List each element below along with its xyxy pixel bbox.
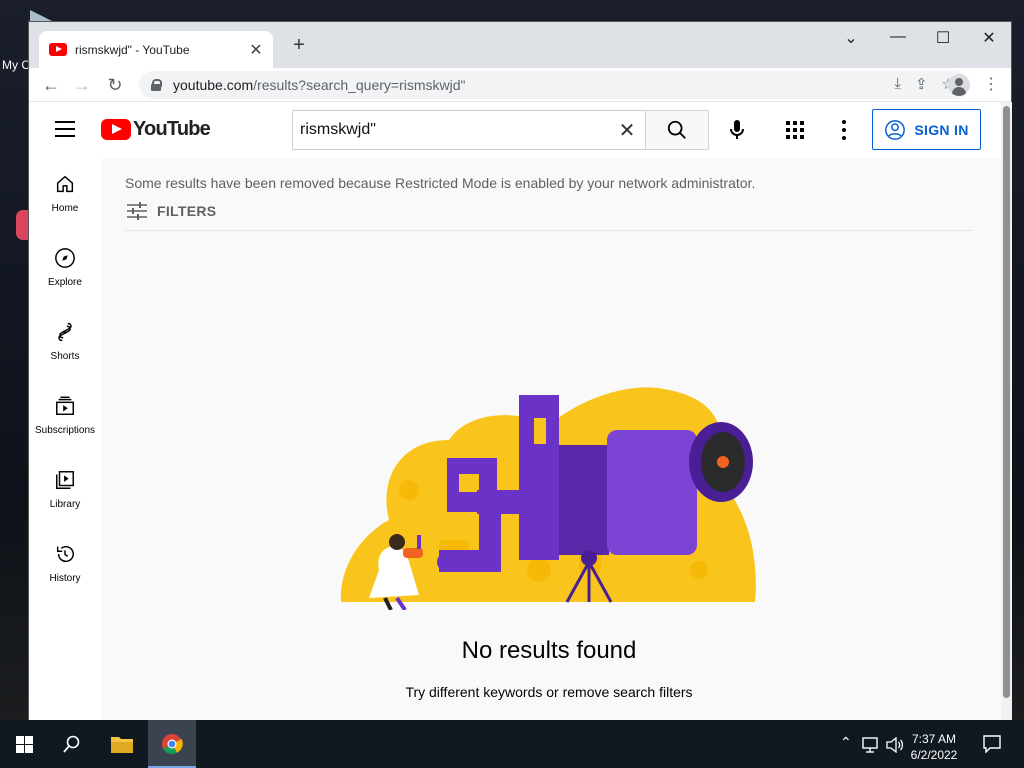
chrome-taskbar-button[interactable]: [148, 720, 196, 768]
clock-time: 7:37 AM: [911, 732, 957, 746]
search-results-area: Some results have been removed because R…: [101, 158, 1001, 721]
filters-sliders-icon: [127, 202, 147, 220]
restricted-mode-notice: Some results have been removed because R…: [125, 175, 756, 191]
minimize-button[interactable]: —: [886, 28, 910, 46]
sign-in-label: SIGN IN: [914, 121, 969, 138]
network-icon[interactable]: [862, 737, 880, 753]
apps-grid-icon[interactable]: [786, 121, 804, 139]
browser-menu-icon[interactable]: ⋮: [979, 73, 1003, 97]
subscriptions-icon: [53, 394, 77, 418]
youtube-favicon-icon: [49, 43, 67, 56]
notifications-icon[interactable]: [983, 735, 1001, 753]
profile-avatar-icon[interactable]: [948, 74, 970, 96]
tray-chevron-icon[interactable]: ⌃: [840, 734, 852, 751]
taskbar-search-icon[interactable]: [63, 735, 81, 753]
history-icon: [53, 542, 77, 566]
youtube-page: YouTube rismskwjd" ✕ SIGN IN Home Explor…: [29, 102, 1012, 721]
search-input[interactable]: rismskwjd" ✕: [292, 110, 645, 150]
tab-title: rismskwjd" - YouTube: [75, 42, 190, 57]
page-scrollbar[interactable]: [1001, 102, 1012, 721]
browser-titlebar: rismskwjd" - YouTube ✕ + ⌄ — ☐ ✕: [29, 22, 1011, 68]
sidebar-item-shorts[interactable]: Shorts: [29, 306, 101, 380]
sidebar-item-explore[interactable]: Explore: [29, 232, 101, 306]
sidebar-item-library[interactable]: Library: [29, 454, 101, 528]
close-window-button[interactable]: ✕: [977, 28, 1001, 48]
home-icon: [53, 172, 77, 196]
lock-icon[interactable]: [151, 79, 162, 91]
search-icon: [667, 120, 686, 139]
yt-sidebar: Home Explore Shorts Subscriptions Librar…: [29, 158, 101, 721]
sidebar-item-subscriptions[interactable]: Subscriptions: [29, 380, 101, 454]
address-bar[interactable]: youtube.com/results?search_query=rismskw…: [139, 71, 969, 99]
browser-toolbar: ← → ↻ youtube.com/results?search_query=r…: [29, 68, 1011, 102]
account-circle-icon: [885, 119, 906, 140]
reload-icon[interactable]: ↻: [103, 73, 127, 97]
hamburger-menu-icon[interactable]: [55, 121, 75, 137]
no-results-hint: Try different keywords or remove search …: [405, 684, 693, 700]
search-button[interactable]: [645, 110, 709, 150]
microphone-icon: [730, 120, 744, 139]
clock-date: 6/2/2022: [910, 748, 958, 762]
sign-in-button[interactable]: SIGN IN: [872, 109, 981, 150]
sidebar-item-home[interactable]: Home: [29, 158, 101, 232]
no-results-title: No results found: [461, 637, 637, 664]
share-icon[interactable]: ⇪: [915, 75, 928, 93]
back-arrow-icon[interactable]: ←: [39, 73, 63, 97]
file-explorer-icon[interactable]: [111, 735, 133, 753]
youtube-play-icon: [101, 119, 131, 140]
search-query-text[interactable]: rismskwjd": [300, 121, 609, 139]
browser-tab[interactable]: rismskwjd" - YouTube ✕: [39, 31, 273, 68]
yt-header: YouTube rismskwjd" ✕ SIGN IN: [29, 102, 1012, 158]
install-icon[interactable]: ⤓: [894, 75, 901, 93]
no-results-illustration: [340, 387, 756, 610]
browser-window: rismskwjd" - YouTube ✕ + ⌄ — ☐ ✕ ← → ↻ y…: [28, 21, 1012, 721]
address-url[interactable]: youtube.com/results?search_query=rismskw…: [173, 77, 466, 93]
maximize-button[interactable]: ☐: [931, 28, 955, 48]
tab-close-icon[interactable]: ✕: [247, 40, 265, 60]
chrome-icon: [162, 734, 183, 754]
sidebar-item-history[interactable]: History: [29, 528, 101, 602]
youtube-logo[interactable]: YouTube: [101, 118, 211, 141]
filters-label: FILTERS: [157, 203, 217, 219]
new-tab-button[interactable]: +: [287, 34, 311, 57]
filters-button[interactable]: FILTERS: [127, 202, 216, 220]
tab-search-chevron-icon[interactable]: ⌄: [839, 28, 863, 48]
search-clear-icon[interactable]: ✕: [609, 118, 645, 143]
desktop-icon-label[interactable]: My C: [2, 58, 30, 72]
taskbar-clock[interactable]: 7:37 AM 6/2/2022: [904, 731, 964, 763]
volume-icon[interactable]: [886, 737, 904, 753]
forward-arrow-icon[interactable]: →: [70, 73, 94, 97]
filters-divider: [125, 230, 973, 231]
omnibox-actions: ⤓ ⇪ ☆: [894, 75, 955, 93]
windows-taskbar: ⌃ 7:37 AM 6/2/2022: [0, 720, 1024, 768]
settings-kebab-icon[interactable]: [841, 120, 847, 140]
windows-start-icon[interactable]: [16, 736, 33, 753]
library-icon: [53, 468, 77, 492]
compass-icon: [53, 246, 77, 270]
shorts-icon: [53, 320, 77, 344]
scrollbar-thumb[interactable]: [1003, 106, 1010, 698]
voice-search-button[interactable]: [723, 116, 751, 144]
